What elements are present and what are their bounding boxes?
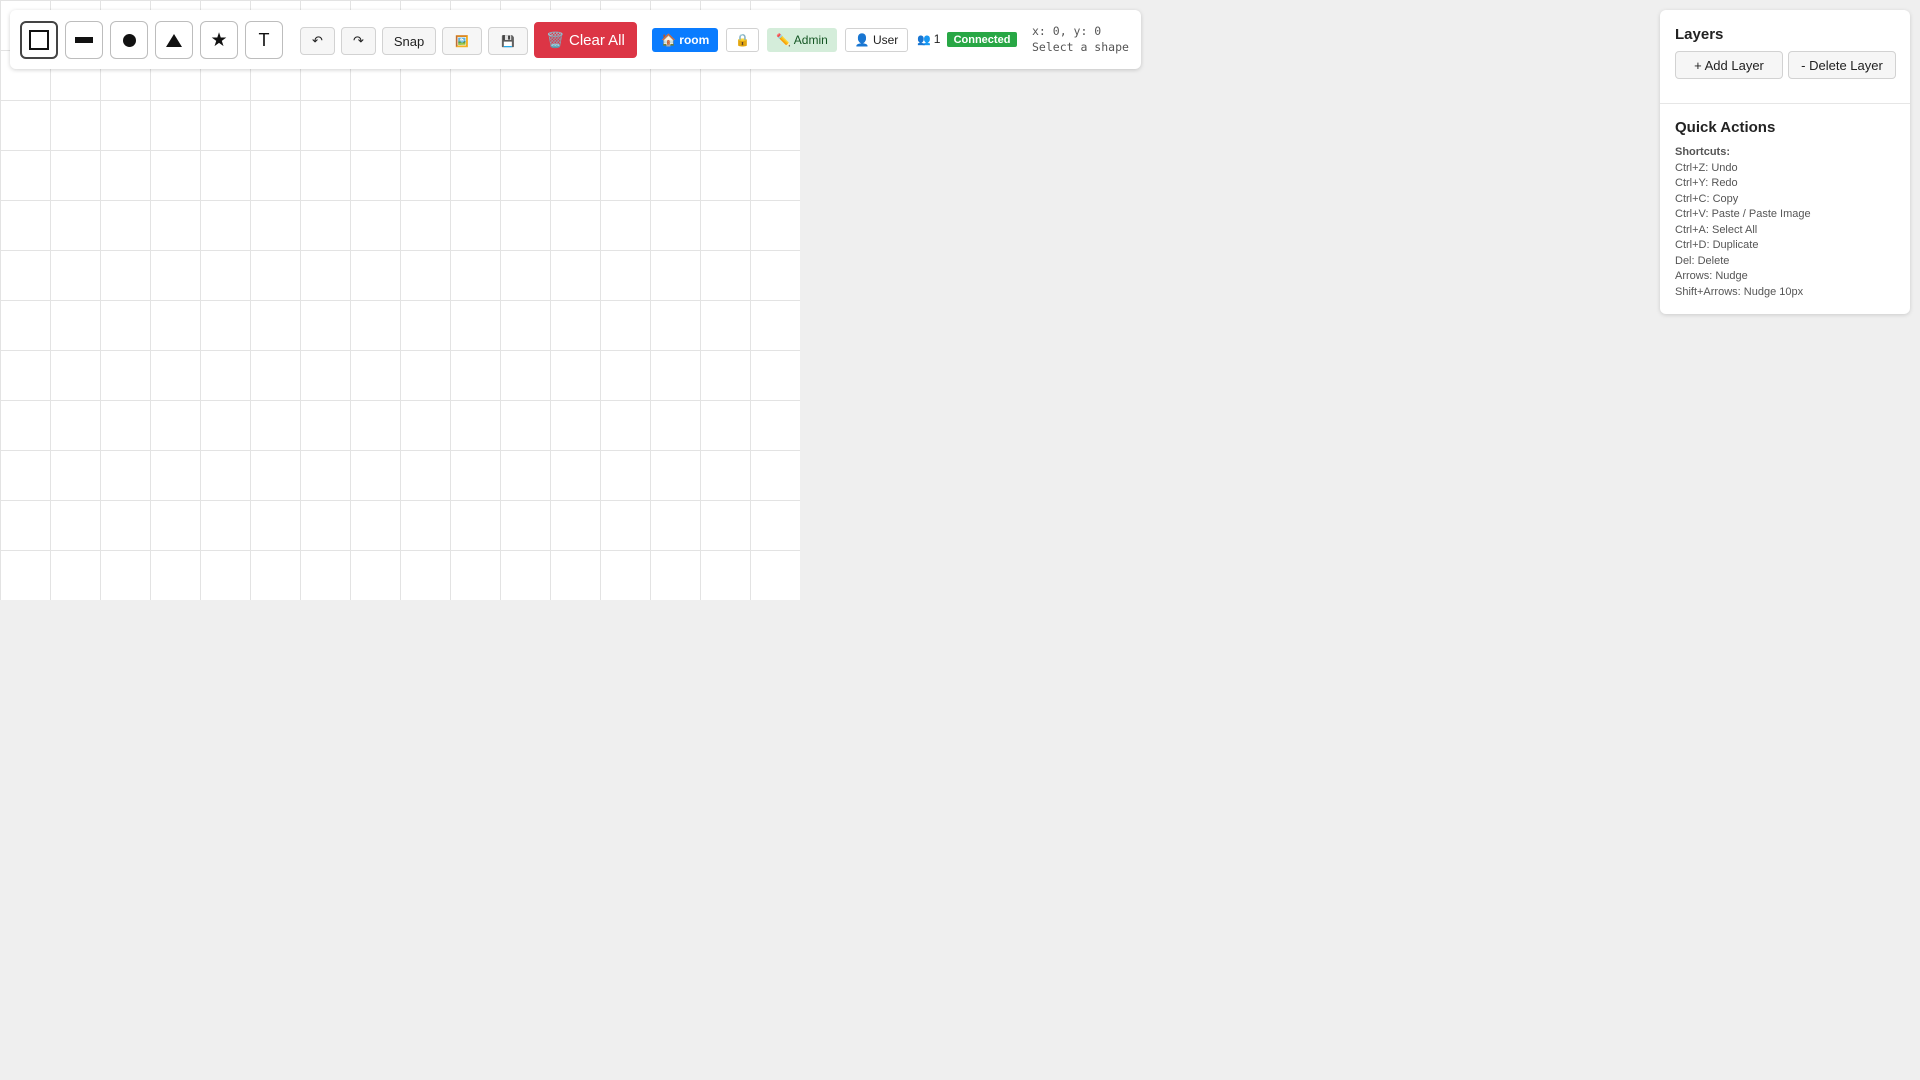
shortcut-item: Shift+Arrows: Nudge 10px xyxy=(1675,285,1804,298)
line-tool-button[interactable] xyxy=(65,21,103,59)
cursor-coordinates: x: 0, y: 0 xyxy=(1032,24,1102,38)
text-tool-button[interactable]: T xyxy=(245,21,283,59)
circle-icon xyxy=(122,33,136,47)
shortcuts-heading: Shortcuts: xyxy=(1675,146,1730,158)
shortcut-item: Arrows: Nudge xyxy=(1675,270,1748,282)
add-layer-label: + Add Layer xyxy=(1694,57,1764,73)
undo-icon: ↶ xyxy=(312,33,323,48)
panel-divider xyxy=(1660,103,1910,104)
lock-button[interactable]: 🔒 xyxy=(726,28,759,52)
redo-icon: ↷ xyxy=(353,33,364,48)
shortcuts-list: Shortcuts: Ctrl+Z: Undo Ctrl+Y: Redo Ctr… xyxy=(1675,145,1811,300)
save-icon: 💾 xyxy=(501,35,515,48)
triangle-tool-button[interactable] xyxy=(155,21,193,59)
star-icon: ★ xyxy=(210,29,228,51)
admin-role-badge[interactable]: ✏️ Admin xyxy=(767,28,837,52)
room-label: 🏠 room xyxy=(661,33,710,47)
snap-button[interactable]: Snap xyxy=(382,27,436,55)
delete-layer-label: - Delete Layer xyxy=(1801,57,1883,73)
clear-all-label: 🗑️ Clear All xyxy=(546,32,625,49)
shortcut-item: Ctrl+C: Copy xyxy=(1675,192,1739,205)
shortcut-item: Ctrl+Y: Redo xyxy=(1675,177,1738,189)
connection-status-badge: Connected xyxy=(947,32,1017,47)
snap-label: Snap xyxy=(393,33,425,49)
rectangle-tool-button[interactable] xyxy=(20,21,58,59)
add-layer-button[interactable]: + Add Layer xyxy=(1675,51,1783,79)
triangle-icon xyxy=(166,33,182,47)
shortcut-item: Ctrl+D: Duplicate xyxy=(1675,239,1759,251)
circle-tool-button[interactable] xyxy=(110,21,148,59)
drawing-canvas[interactable] xyxy=(0,0,800,600)
insert-image-button[interactable]: 🖼️ xyxy=(442,27,482,55)
image-icon: 🖼️ xyxy=(455,35,469,48)
undo-button[interactable]: ↶ xyxy=(300,27,335,55)
status-readout: x: 0, y: 0 Select a shape xyxy=(1032,23,1129,55)
star-tool-button[interactable]: ★ xyxy=(200,21,238,59)
connection-status-label: Connected xyxy=(953,33,1011,46)
quick-actions-title: Quick Actions xyxy=(1675,119,1776,136)
redo-button[interactable]: ↷ xyxy=(341,27,376,55)
user-button[interactable]: 👤 User xyxy=(845,28,908,52)
lock-icon: 🔒 xyxy=(735,33,750,47)
user-count-value: 1 xyxy=(933,32,941,46)
save-button[interactable]: 💾 xyxy=(488,27,528,55)
online-user-count: 👥 1 xyxy=(917,32,940,46)
shortcut-item: Ctrl+V: Paste / Paste Image xyxy=(1675,208,1811,220)
shortcut-item: Ctrl+A: Select All xyxy=(1675,223,1758,236)
shortcut-item: Ctrl+Z: Undo xyxy=(1675,161,1738,174)
side-panel: Layers + Add Layer - Delete Layer Quick … xyxy=(1660,10,1910,314)
clear-all-button[interactable]: 🗑️ Clear All xyxy=(534,22,637,58)
text-icon: T xyxy=(258,29,270,50)
toolbar: ★ T ↶ ↷ Snap 🖼️ 💾 🗑️ Clear All 🏠 room 🔒 … xyxy=(10,10,1141,69)
admin-label: ✏️ Admin xyxy=(776,33,828,47)
delete-layer-button[interactable]: - Delete Layer xyxy=(1788,51,1896,79)
layers-title: Layers xyxy=(1675,26,1724,43)
status-hint: Select a shape xyxy=(1032,40,1129,54)
rectangle-icon xyxy=(29,30,49,50)
line-icon xyxy=(75,37,93,43)
room-badge[interactable]: 🏠 room xyxy=(652,28,719,52)
users-icon: 👥 xyxy=(917,33,931,46)
user-label: 👤 User xyxy=(854,33,899,47)
shortcut-item: Del: Delete xyxy=(1675,254,1730,267)
